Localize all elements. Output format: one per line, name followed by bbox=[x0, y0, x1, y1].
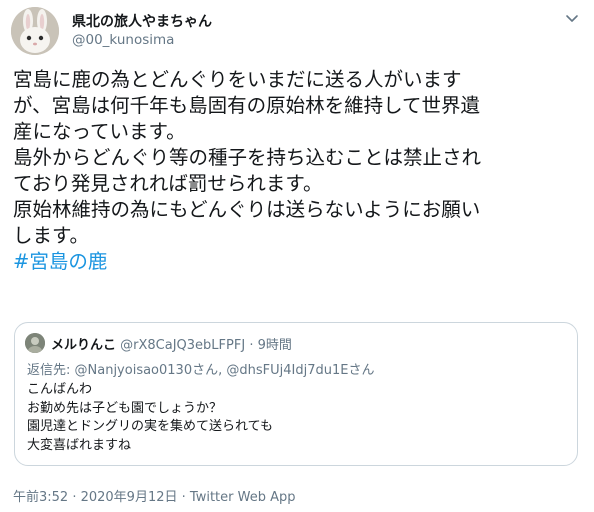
quoted-text-line: 園児達とドングリの実を集めて送られても bbox=[27, 419, 273, 434]
hashtag-link[interactable]: #宮島の鹿 bbox=[13, 250, 107, 273]
tweet-meta: 午前3:52 · 2020年9月12日 · Twitter Web App bbox=[13, 486, 296, 505]
tweet-text-line: 宮島に鹿の為とどんぐりをいまだに送る人がいます bbox=[13, 68, 462, 91]
meta-separator: · bbox=[181, 490, 186, 505]
quoted-text-line: 大変喜ばれますね bbox=[27, 437, 132, 453]
tweet-text-line: します。 bbox=[13, 224, 90, 247]
quoted-separator: · bbox=[249, 338, 254, 353]
author-avatar[interactable] bbox=[11, 7, 59, 55]
tweet-text-line: 産になっています。 bbox=[13, 120, 186, 143]
quoted-text: こんばんわ お勤め先は子ども園でしょうか？ 園児達とドングリの実を集めて送られて… bbox=[27, 381, 273, 455]
quoted-handle: @rX8CaJQ3ebLFPFJ bbox=[120, 338, 246, 353]
user-avatar-icon bbox=[25, 333, 45, 353]
quoted-display-name: メルりんこ bbox=[51, 338, 117, 353]
chevron-down-icon[interactable] bbox=[564, 13, 580, 25]
tweet-source-link[interactable]: Twitter Web App bbox=[190, 490, 296, 505]
tweet-text: 宮島に鹿の為とどんぐりをいまだに送る人がいます が、宮島は何千年も島固有の原始林… bbox=[13, 67, 585, 275]
quoted-text-line: お勤め先は子ども園でしょうか？ bbox=[27, 400, 223, 416]
rabbit-avatar-image bbox=[11, 7, 59, 55]
quoted-tweet[interactable]: メルりんこ @rX8CaJQ3ebLFPFJ · 9時間 返信先: @Nanjy… bbox=[14, 322, 578, 466]
quoted-author-avatar bbox=[25, 333, 45, 353]
tweet-card: 県北の旅人やまちゃん @00_kunosima 宮島に鹿の為とどんぐりをいまだに… bbox=[0, 0, 594, 512]
tweet-timestamp-link[interactable]: 午前3:52 · 2020年9月12日 bbox=[13, 490, 178, 505]
tweet-text-line: が、宮島は何千年も島固有の原始林を維持して世界遺 bbox=[13, 94, 481, 117]
author-handle[interactable]: @00_kunosima bbox=[72, 32, 174, 48]
quoted-header: メルりんこ @rX8CaJQ3ebLFPFJ · 9時間 bbox=[51, 334, 292, 353]
tweet-text-line: 島外からどんぐり等の種子を持ち込むことは禁止され bbox=[13, 146, 482, 169]
author-display-name[interactable]: 県北の旅人やまちゃん bbox=[72, 11, 212, 31]
quoted-text-line: こんばんわ bbox=[27, 382, 93, 397]
tweet-text-line: 原始林維持の為にもどんぐりは送らないようにお願い bbox=[13, 198, 481, 221]
quoted-time: 9時間 bbox=[257, 338, 292, 353]
tweet-text-line: ており発見されれば罰せられます。 bbox=[13, 172, 323, 195]
quoted-reply-to: 返信先: @Nanjyoisao0130さん, @dhsFUj4Idj7du1E… bbox=[27, 363, 375, 378]
